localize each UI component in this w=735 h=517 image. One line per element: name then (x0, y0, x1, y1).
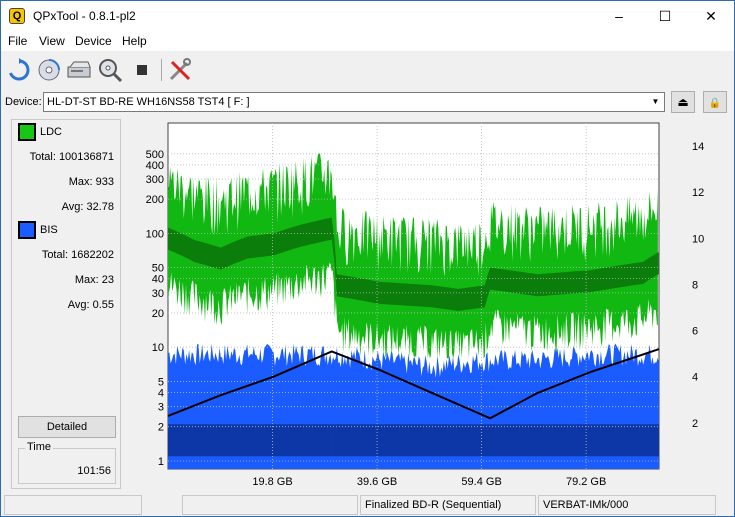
device-bar: Device: HL-DT-ST BD-RE WH16NS58 TST4 [ F… (1, 89, 734, 115)
status-bar: Finalized BD-R (Sequential) VERBAT-IMk/0… (1, 493, 734, 516)
minimize-button[interactable]: – (596, 1, 642, 31)
menu-bar: File View Device Help (1, 31, 734, 51)
left-y-tick-label: 10 (152, 342, 164, 354)
maximize-button[interactable]: ☐ (642, 1, 688, 31)
bis-max: Max: 23 (74, 274, 114, 286)
bis-total: Total: 1682202 (41, 249, 114, 261)
right-y-tick-label: 12 (692, 187, 704, 199)
stop-icon[interactable] (129, 57, 155, 83)
right-y-tick-label: 6 (692, 326, 698, 338)
bis-low-band-0 (168, 424, 332, 457)
toolbar-separator (161, 59, 162, 81)
detailed-button[interactable]: Detailed (18, 416, 116, 438)
close-button[interactable]: ✕ (688, 1, 734, 31)
bis-low-band-1 (331, 424, 659, 457)
left-y-tick-label: 4 (158, 387, 164, 399)
time-label: Time (25, 441, 54, 453)
time-value: 101:56 (77, 465, 111, 477)
left-y-tick-label: 30 (152, 288, 164, 300)
status-cell-1 (4, 495, 142, 515)
left-y-tick-label: 50 (152, 263, 164, 275)
drive-icon[interactable] (66, 57, 92, 83)
left-y-tick-label: 20 (152, 308, 164, 320)
left-y-tick-label: 2 (158, 422, 164, 434)
left-y-tick-label: 200 (146, 194, 164, 206)
ldc-legend-label: LDC (40, 126, 63, 138)
lock-icon: 🔒 (708, 98, 722, 109)
right-y-tick-label: 4 (692, 372, 698, 384)
ldc-swatch (18, 123, 36, 141)
x-tick-label: 39.6 GB (357, 476, 397, 488)
right-y-tick-label: 2 (692, 418, 698, 430)
eject-icon: ⏏ (677, 95, 689, 109)
time-group: Time 101:56 (18, 441, 116, 484)
status-media-id: VERBAT-IMk/000 (538, 495, 716, 515)
right-y-tick-label: 10 (692, 233, 704, 245)
toolbar (1, 53, 734, 87)
menu-view[interactable]: View (39, 34, 65, 48)
disc-scan-icon[interactable] (36, 57, 62, 83)
menu-device[interactable]: Device (75, 34, 112, 48)
ldc-avg: Avg: 32.78 (61, 201, 114, 213)
left-y-tick-label: 500 (146, 149, 164, 161)
ldc-max: Max: 933 (68, 176, 114, 188)
refresh-icon[interactable] (6, 57, 32, 83)
ldc-total: Total: 100136871 (29, 151, 114, 163)
chevron-down-icon[interactable]: ▼ (649, 95, 662, 109)
menu-file[interactable]: File (8, 34, 27, 48)
bis-legend-label: BIS (40, 224, 58, 236)
x-tick-label: 59.4 GB (461, 476, 501, 488)
bis-avg: Avg: 0.55 (67, 299, 114, 311)
x-tick-label: 19.8 GB (252, 476, 292, 488)
status-cell-2 (182, 495, 358, 515)
x-tick-label: 79.2 GB (566, 476, 606, 488)
left-y-tick-label: 400 (146, 160, 164, 172)
lock-button[interactable]: 🔒 (703, 91, 727, 113)
title-bar: Q QPxTool - 0.8.1-pl2 – ☐ ✕ (1, 1, 734, 31)
left-y-tick-label: 3 (158, 402, 164, 414)
device-label: Device: (5, 96, 42, 108)
tools-icon[interactable] (167, 57, 193, 83)
left-y-tick-label: 100 (146, 228, 164, 240)
app-logo-icon: Q (9, 8, 25, 24)
window-title: QPxTool - 0.8.1-pl2 (33, 9, 136, 23)
left-y-tick-label: 300 (146, 174, 164, 186)
bis-swatch (18, 221, 36, 239)
left-y-tick-label: 1 (158, 456, 164, 468)
stats-panel: LDC Total: 100136871 Max: 933 Avg: 32.78… (11, 119, 121, 489)
device-selected-value: HL-DT-ST BD-RE WH16NS58 TST4 [ F: ] (47, 96, 250, 108)
eject-button[interactable]: ⏏ (671, 91, 695, 113)
device-select[interactable]: HL-DT-ST BD-RE WH16NS58 TST4 [ F: ] ▼ (43, 92, 665, 112)
left-y-tick-label: 40 (152, 274, 164, 286)
right-y-tick-label: 14 (692, 141, 704, 153)
app-window: Q QPxTool - 0.8.1-pl2 – ☐ ✕ File View De… (0, 0, 735, 517)
right-y-tick-label: 8 (692, 279, 698, 291)
menu-help[interactable]: Help (122, 34, 147, 48)
ldc-bis-chart: 1234510203040501002003004005002468101214… (146, 122, 704, 488)
magnifier-disc-icon[interactable] (97, 57, 123, 83)
status-media-state: Finalized BD-R (Sequential) (360, 495, 536, 515)
left-y-tick-label: 5 (158, 376, 164, 388)
